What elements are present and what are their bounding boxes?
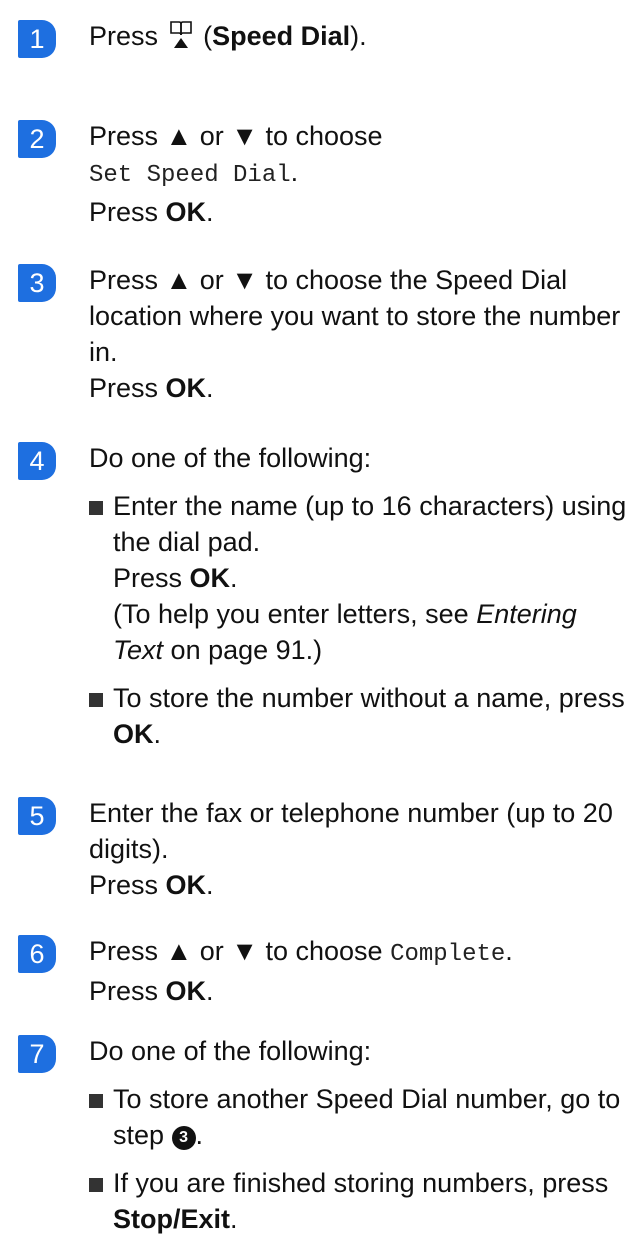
step-number-badge: 3 bbox=[18, 264, 56, 302]
press-text: Press bbox=[113, 563, 190, 593]
step-content: Enter the fax or telephone number (up to… bbox=[89, 795, 629, 903]
manual-page: { "accent_color": "#1e6fe0", "steps": [ … bbox=[0, 0, 638, 1241]
menu-tail: . bbox=[505, 936, 513, 966]
press-dot: . bbox=[153, 719, 162, 749]
phone-book-icon bbox=[169, 21, 192, 48]
press-text: Press bbox=[89, 976, 166, 1006]
help-note: (To help you enter letters, see Entering… bbox=[113, 596, 629, 668]
ok-key-label: OK bbox=[189, 563, 231, 593]
press-dot: . bbox=[206, 373, 214, 403]
menu-option-complete: Complete bbox=[390, 941, 506, 968]
step-content: Do one of the following: Enter the name … bbox=[89, 440, 629, 752]
option-dot: . bbox=[195, 1120, 204, 1150]
step-number-badge: 6 bbox=[18, 935, 56, 973]
option-no-name: To store the number without a name, pres… bbox=[89, 680, 629, 752]
option-text: If you are finished storing numbers, pre… bbox=[113, 1168, 609, 1198]
step-content: Press (Speed Dial). bbox=[89, 18, 629, 54]
press-dot: . bbox=[206, 197, 214, 227]
step-instruction: Press ▲ or ▼ to choose the Speed Dial lo… bbox=[89, 265, 621, 367]
bullet-square-icon bbox=[89, 501, 103, 515]
option-text: Enter the name (up to 16 characters) usi… bbox=[113, 491, 627, 557]
option-dot: . bbox=[230, 1204, 238, 1234]
note-open: (To help you enter letters, see bbox=[113, 599, 477, 629]
press-dot: . bbox=[206, 870, 214, 900]
menu-tail: . bbox=[290, 157, 299, 187]
ok-key-label: OK bbox=[165, 870, 207, 900]
step-number-badge: 1 bbox=[18, 20, 56, 58]
step-intro: Do one of the following: bbox=[89, 443, 372, 473]
ok-key-label: OK bbox=[165, 373, 207, 403]
step-content: Press ▲ or ▼ to choose Complete. Press O… bbox=[89, 933, 629, 1009]
press-text: Press bbox=[89, 870, 166, 900]
step-text-tail: ). bbox=[350, 21, 367, 51]
step-content: Press ▲ or ▼ to choose Set Speed Dial. P… bbox=[89, 118, 629, 230]
step-number-badge: 7 bbox=[18, 1035, 56, 1073]
ok-key-label: OK bbox=[165, 197, 207, 227]
step-text: Press bbox=[89, 21, 159, 51]
option-enter-name: Enter the name (up to 16 characters) usi… bbox=[89, 488, 629, 668]
step-number-badge: 5 bbox=[18, 797, 56, 835]
step-number-badge: 4 bbox=[18, 442, 56, 480]
bullet-square-icon bbox=[89, 1094, 103, 1108]
ok-key-label: OK bbox=[113, 719, 154, 749]
press-dot: . bbox=[230, 563, 238, 593]
step-content: Press ▲ or ▼ to choose the Speed Dial lo… bbox=[89, 262, 629, 406]
menu-option-set-speed-dial: Set Speed Dial bbox=[89, 162, 291, 189]
speed-dial-key-label: Speed Dial bbox=[212, 21, 351, 51]
ok-key-label: OK bbox=[165, 976, 207, 1006]
bullet-square-icon bbox=[89, 693, 103, 707]
option-text: To store the number without a name, pres… bbox=[113, 683, 625, 713]
step-instruction: Press ▲ or ▼ to choose bbox=[89, 936, 391, 966]
step-content: Do one of the following: To store anothe… bbox=[89, 1033, 629, 1237]
paren-open: ( bbox=[203, 21, 213, 51]
stop-exit-key-label: Stop/Exit bbox=[113, 1204, 231, 1234]
step-number-badge: 2 bbox=[18, 120, 56, 158]
step-reference-circle: 3 bbox=[171, 1126, 196, 1150]
step-intro: Do one of the following: bbox=[89, 1036, 372, 1066]
step-instruction: Press ▲ or ▼ to choose bbox=[89, 121, 383, 151]
press-dot: . bbox=[206, 976, 214, 1006]
note-close: on page 91.) bbox=[163, 635, 323, 665]
press-text: Press bbox=[89, 373, 166, 403]
option-finished: If you are finished storing numbers, pre… bbox=[89, 1165, 629, 1237]
option-store-another: To store another Speed Dial number, go t… bbox=[89, 1081, 629, 1153]
step-instruction: Enter the fax or telephone number (up to… bbox=[89, 798, 613, 864]
press-text: Press bbox=[89, 197, 166, 227]
bullet-square-icon bbox=[89, 1178, 103, 1192]
